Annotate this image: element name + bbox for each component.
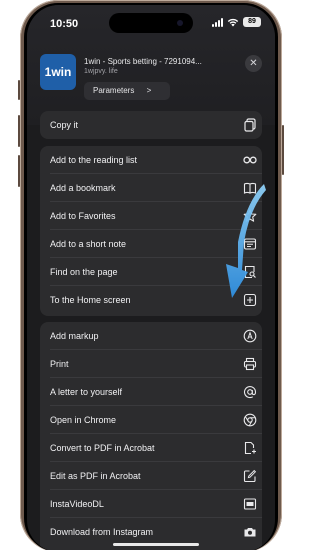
signal-icon: [212, 17, 223, 27]
status-icons: 89: [212, 17, 261, 27]
menu-item-label: Download from Instagram: [50, 527, 154, 537]
close-button[interactable]: ✕: [245, 55, 262, 72]
menu-item-label: InstaVideoDL: [50, 499, 104, 509]
menu-item-label: Add a bookmark: [50, 183, 116, 193]
annotation-arrow: [226, 184, 266, 298]
copy-icon: [243, 118, 257, 132]
app-header: 1win 1win - Sports betting - 7291094... …: [40, 48, 262, 108]
menu-item-instavideodl[interactable]: InstaVideoDL: [40, 490, 262, 518]
glasses-icon: [243, 153, 257, 167]
menu-item-edit-pdf[interactable]: Edit as PDF in Acrobat: [40, 462, 262, 490]
status-time: 10:50: [50, 18, 79, 30]
copy-group: Copy it: [40, 111, 262, 139]
home-indicator[interactable]: [113, 543, 199, 546]
menu-item-print[interactable]: Print: [40, 350, 262, 378]
camera-icon: [243, 525, 257, 539]
close-icon: ✕: [249, 58, 258, 69]
phone-frame: 10:50 89 1win 1win - Sports betting - 72…: [18, 0, 284, 550]
menu-item-add-markup[interactable]: Add markup: [40, 322, 262, 350]
menu-item-label: To the Home screen: [50, 295, 131, 305]
menu-item-label: Add markup: [50, 331, 99, 341]
camera-icon: [177, 20, 183, 26]
actions-group-apps: Add markup Print A letter to yourself Op…: [40, 322, 262, 550]
menu-item-label: Open in Chrome: [50, 415, 117, 425]
menu-item-copy[interactable]: Copy it: [40, 111, 262, 139]
phone-bezel: 10:50 89 1win 1win - Sports betting - 72…: [24, 3, 278, 550]
menu-item-label: Convert to PDF in Acrobat: [50, 443, 155, 453]
video-icon: [243, 497, 257, 511]
menu-item-reading-list[interactable]: Add to the reading list: [40, 146, 262, 174]
markup-icon: [243, 329, 257, 343]
menu-item-label: Add to Favorites: [50, 211, 116, 221]
pdf-convert-icon: [243, 441, 257, 455]
menu-item-label: Edit as PDF in Acrobat: [50, 471, 141, 481]
menu-item-label: Add to the reading list: [50, 155, 138, 165]
chrome-icon: [243, 413, 257, 427]
menu-item-label: Add to a short note: [50, 239, 127, 249]
phone-volume-up-button: [18, 115, 20, 147]
menu-item-download-instagram[interactable]: Download from Instagram: [40, 518, 262, 546]
chevron-right-icon: >: [146, 86, 152, 95]
app-logo: 1win: [40, 54, 76, 90]
phone-power-button: [282, 125, 284, 175]
menu-item-label: A letter to yourself: [50, 387, 123, 397]
wifi-icon: [227, 18, 239, 27]
at-icon: [243, 385, 257, 399]
phone-volume-down-button: [18, 155, 20, 187]
dynamic-island: [109, 13, 193, 33]
share-sheet-screen: 10:50 89 1win 1win - Sports betting - 72…: [27, 5, 275, 550]
page-url: 1wjpvy. life: [84, 68, 118, 75]
menu-item-label: Print: [50, 359, 69, 369]
parameters-label: Parameters: [93, 86, 135, 95]
menu-item-letter-to-yourself[interactable]: A letter to yourself: [40, 378, 262, 406]
page-title: 1win - Sports betting - 7291094...: [84, 57, 202, 66]
menu-item-convert-pdf[interactable]: Convert to PDF in Acrobat: [40, 434, 262, 462]
status-bar: 10:50 89: [27, 5, 275, 33]
printer-icon: [243, 357, 257, 371]
edit-icon: [243, 469, 257, 483]
menu-item-open-chrome[interactable]: Open in Chrome: [40, 406, 262, 434]
parameters-button[interactable]: Parameters >: [84, 82, 170, 100]
menu-item-label: Find on the page: [50, 267, 118, 277]
battery-indicator: 89: [243, 17, 261, 27]
phone-side-button: [18, 80, 20, 100]
menu-item-label: Copy it: [50, 120, 79, 130]
